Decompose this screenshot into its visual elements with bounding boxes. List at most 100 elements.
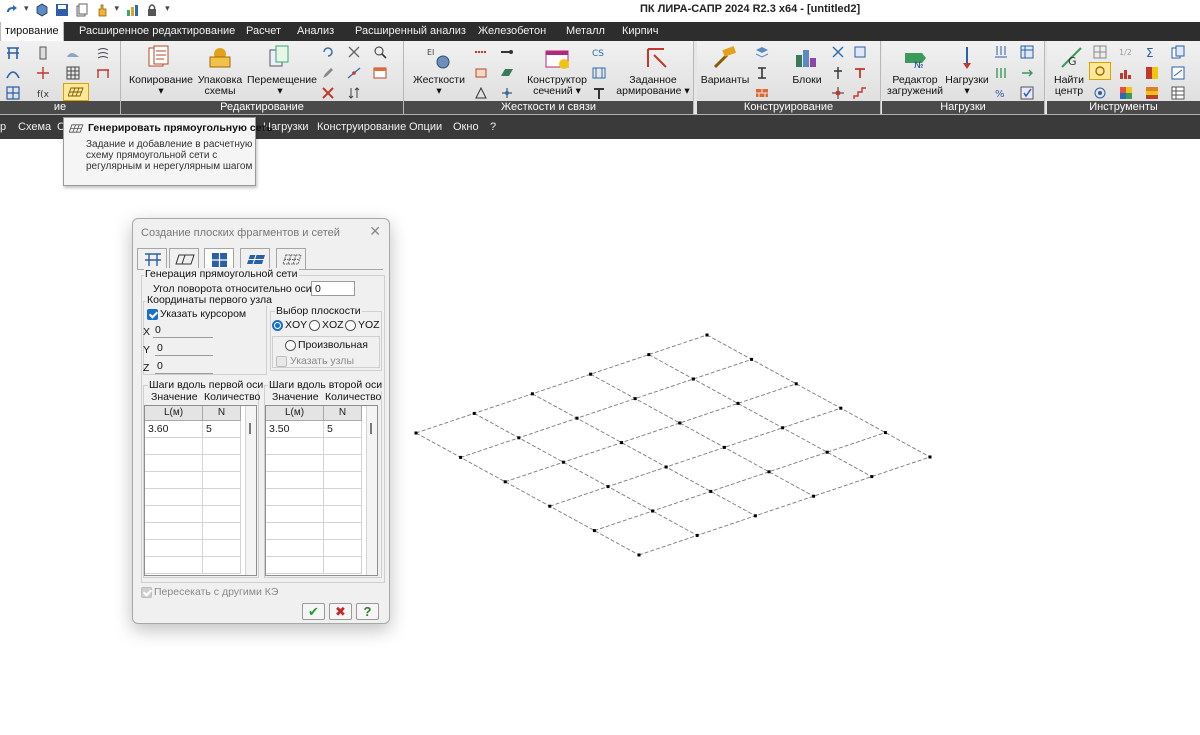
drill-icon[interactable] <box>831 66 845 80</box>
tab-editing[interactable]: тирование <box>0 22 64 41</box>
formula-icon[interactable]: f(x) <box>36 86 50 100</box>
given-reinforcement-button[interactable]: Заданное армирование ▾ <box>614 75 692 97</box>
hinge-icon[interactable] <box>474 45 488 59</box>
grid-node[interactable] <box>678 421 682 425</box>
grid-node[interactable] <box>709 489 713 493</box>
panel-icon[interactable] <box>853 45 867 59</box>
distributed-load-icon[interactable] <box>994 45 1008 59</box>
arch-icon[interactable] <box>6 66 20 80</box>
z-input[interactable]: 0 <box>155 359 213 374</box>
redo-icon[interactable] <box>4 3 18 17</box>
tab-calculation[interactable]: Расчет <box>246 25 281 37</box>
layers-icon[interactable] <box>755 45 769 59</box>
table-edit-icon[interactable] <box>373 66 387 80</box>
stair-icon[interactable] <box>853 86 867 100</box>
table-cell[interactable] <box>203 506 241 523</box>
table-cell[interactable] <box>145 489 203 506</box>
table-cell[interactable] <box>145 557 203 574</box>
specify-nodes-checkbox[interactable] <box>276 356 287 367</box>
sort-icon[interactable] <box>347 86 361 100</box>
grid-line[interactable] <box>505 383 797 483</box>
tab-advanced-editing[interactable]: Расширенное редактирование <box>79 25 235 37</box>
stiffness-button[interactable]: Жесткости ▾ <box>410 75 468 97</box>
grid-line[interactable] <box>590 373 814 497</box>
tools-copy-icon[interactable] <box>1171 45 1185 59</box>
color-scale-icon[interactable] <box>1145 66 1159 80</box>
menu-item-design[interactable]: Конструирование <box>317 121 406 133</box>
grid-node[interactable] <box>459 455 463 459</box>
grid-node[interactable] <box>691 377 695 381</box>
column-steel-icon[interactable] <box>755 66 769 80</box>
generate-rect-grid-button[interactable] <box>63 83 89 101</box>
beam-icon[interactable] <box>96 66 110 80</box>
table-cell[interactable] <box>266 455 324 472</box>
grid-node[interactable] <box>750 357 754 361</box>
grid-node[interactable] <box>592 529 596 533</box>
tab-frame[interactable] <box>137 248 167 269</box>
grid-plus-icon[interactable] <box>831 86 845 100</box>
grid-node[interactable] <box>530 392 534 396</box>
table-cell[interactable] <box>266 489 324 506</box>
grid-line[interactable] <box>648 354 873 477</box>
divide-icon[interactable] <box>347 66 361 80</box>
zoom-area-icon[interactable] <box>373 45 387 59</box>
help-button[interactable]: ? <box>356 603 379 620</box>
scissors-icon[interactable] <box>831 45 845 59</box>
grid-line[interactable] <box>549 407 841 507</box>
grid-line[interactable] <box>532 393 756 517</box>
table-cell[interactable]: 3.50 <box>266 421 324 438</box>
blocks-button[interactable]: Блоки <box>787 75 827 86</box>
tab-analysis[interactable]: Анализ <box>297 25 334 37</box>
dropdown-arrow-icon[interactable]: ▾ <box>165 3 170 19</box>
tab-advanced-analysis[interactable]: Расширенный анализ <box>355 25 466 37</box>
table-cell[interactable] <box>324 557 362 574</box>
grid-array-icon[interactable] <box>6 86 20 100</box>
table-cell[interactable] <box>266 523 324 540</box>
ok-button[interactable]: ✔ <box>302 603 325 620</box>
tab-masonry[interactable]: Кирпич <box>622 25 659 37</box>
rotate-icon[interactable] <box>321 45 335 59</box>
table-cell[interactable]: 5 <box>203 421 241 438</box>
grid-node[interactable] <box>722 445 726 449</box>
grid-line[interactable] <box>594 432 886 532</box>
menu-item-help[interactable]: ? <box>490 121 496 133</box>
tab-steel[interactable]: Металл <box>566 25 605 37</box>
table-cell[interactable] <box>145 455 203 472</box>
table-load-icon[interactable] <box>1020 45 1034 59</box>
tab-rect-grid[interactable] <box>204 248 234 270</box>
tab-plate[interactable] <box>240 248 270 269</box>
table-cell[interactable] <box>145 438 203 455</box>
move-button[interactable]: Перемещение ▾ <box>247 75 317 97</box>
table-cell[interactable] <box>266 438 324 455</box>
table-cell[interactable] <box>145 472 203 489</box>
table-cell[interactable] <box>145 523 203 540</box>
node-arrows-icon[interactable] <box>36 66 50 80</box>
move-load-icon[interactable] <box>1020 66 1034 80</box>
table-cell[interactable] <box>324 540 362 557</box>
menu-item-scheme[interactable]: Схема <box>18 121 51 133</box>
tools-table-icon[interactable] <box>1171 86 1185 100</box>
radio-yoz[interactable] <box>345 320 356 331</box>
grid-line[interactable] <box>706 334 931 458</box>
table-cell[interactable] <box>324 489 362 506</box>
tab-irregular-grid[interactable] <box>276 248 306 269</box>
load-percent-icon[interactable]: % <box>994 86 1008 100</box>
grid-node[interactable] <box>812 494 816 498</box>
table-cell[interactable] <box>203 540 241 557</box>
grid-node[interactable] <box>637 553 641 557</box>
radio-xoy[interactable] <box>272 320 283 331</box>
grid-line[interactable] <box>638 456 931 556</box>
menu-item-options[interactable]: Опции <box>409 121 442 133</box>
table-cell[interactable] <box>266 472 324 489</box>
grid-line[interactable] <box>473 413 698 536</box>
brick-icon[interactable] <box>755 86 769 100</box>
grid-node[interactable] <box>548 504 552 508</box>
table-cell[interactable] <box>203 523 241 540</box>
grid-node[interactable] <box>767 470 771 474</box>
grid-node[interactable] <box>825 450 829 454</box>
table-cell[interactable]: 3.60 <box>145 421 203 438</box>
column-icon[interactable] <box>36 46 50 60</box>
grid-node[interactable] <box>503 480 507 484</box>
tee-icon[interactable] <box>592 86 606 100</box>
mesh-icon[interactable] <box>66 66 80 80</box>
